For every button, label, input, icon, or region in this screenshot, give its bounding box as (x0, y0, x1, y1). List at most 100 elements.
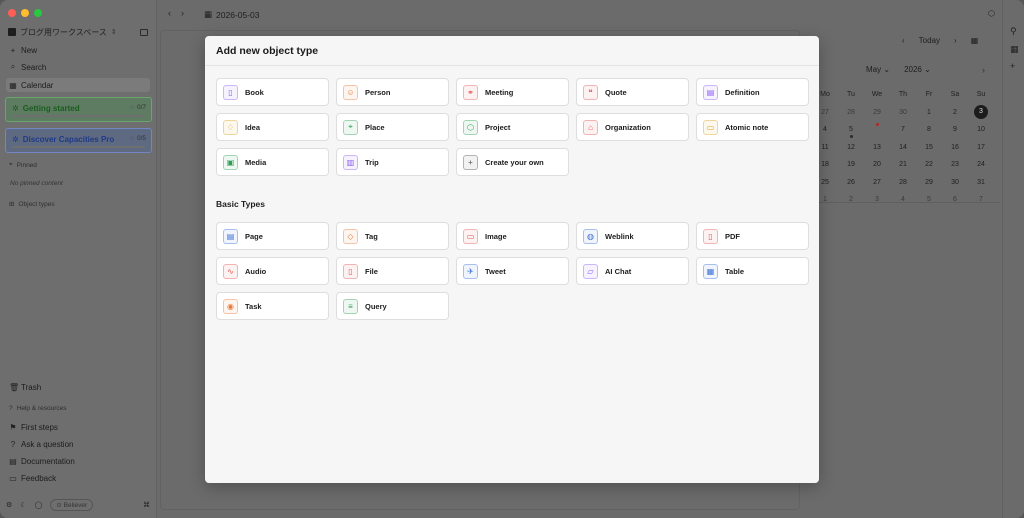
object-type-weblink[interactable]: ◍ Weblink (576, 222, 689, 250)
object-type-task[interactable]: ◉ Task (216, 292, 329, 320)
today-button[interactable]: Today (919, 36, 940, 45)
calendar-day[interactable]: 12 (838, 144, 864, 151)
object-type-ai-chat[interactable]: ▱ AI Chat (576, 257, 689, 285)
calendar-day[interactable]: 22 (916, 161, 942, 168)
discover-pro-card[interactable]: ✲ Discover Capacities Pro ◌ 0/5 (5, 128, 152, 153)
object-type-meeting[interactable]: ⚭ Meeting (456, 78, 569, 106)
toggle-sidebar-icon[interactable] (140, 28, 148, 36)
object-type-person[interactable]: ☺ Person (336, 78, 449, 106)
calendar-day[interactable]: 30 (942, 179, 968, 186)
year-select[interactable]: 2026 ⌄ (904, 65, 931, 74)
calendar-day[interactable]: 3 (968, 105, 994, 120)
object-type-definition[interactable]: ▤ Definition (696, 78, 809, 106)
eye-off-icon[interactable]: ◌ (130, 104, 134, 111)
calendar-day[interactable]: 16 (942, 144, 968, 151)
calendar-day[interactable]: 29 (916, 179, 942, 186)
sidebar-item-documentation[interactable]: ▤ Documentation (6, 454, 150, 468)
year-label: 2026 (904, 65, 922, 74)
calendar-day[interactable]: 21 (890, 161, 916, 168)
settings-icon[interactable]: ⚙ (6, 501, 12, 509)
sidebar-item-feedback[interactable]: ▭ Feedback (6, 471, 150, 485)
object-type-trip[interactable]: ▥ Trip (336, 148, 449, 176)
object-type-tweet[interactable]: ✈ Tweet (456, 257, 569, 285)
object-type-table[interactable]: ▦ Table (696, 257, 809, 285)
pinned-header[interactable]: ⌖ Pinned (9, 161, 37, 169)
object-type-tag[interactable]: ◇ Tag (336, 222, 449, 250)
object-type-audio[interactable]: ∿ Audio (216, 257, 329, 285)
sidebar-item-label: New (21, 45, 38, 55)
dark-mode-icon[interactable]: ☾ (20, 501, 26, 509)
user-icon[interactable]: ◯ (35, 501, 43, 509)
help-header[interactable]: ? Help & resources (9, 405, 66, 412)
calendar-day[interactable]: 8 (916, 126, 942, 133)
sidebar-item-search[interactable]: ⌕ Search (6, 60, 150, 74)
calendar-day[interactable]: 20 (864, 161, 890, 168)
basic-types-heading: Basic Types (216, 199, 265, 209)
object-type-book[interactable]: ▯ Book (216, 78, 329, 106)
calendar-week: 18 19 20 21 22 23 24 (812, 156, 994, 174)
command-icon[interactable]: ⌘ (143, 501, 150, 509)
sidebar-item-calendar[interactable]: ▦ Calendar (6, 78, 150, 92)
object-type-idea[interactable]: ♢ Idea (216, 113, 329, 141)
object-type-file[interactable]: ▯ File (336, 257, 449, 285)
calendar-day[interactable]: 29 (864, 109, 890, 116)
object-type-label: Book (245, 87, 264, 97)
calendar-day[interactable]: 28 (890, 179, 916, 186)
calendar-view-icon[interactable]: ▦ (971, 36, 979, 45)
next-icon[interactable]: › (954, 36, 957, 45)
object-type-pdf[interactable]: ▯ PDF (696, 222, 809, 250)
object-type-organization[interactable]: ⌂ Organization (576, 113, 689, 141)
calendar-day[interactable]: 19 (838, 161, 864, 168)
calendar-day[interactable]: 23 (942, 161, 968, 168)
plus-icon[interactable]: + (1010, 61, 1015, 71)
page-icon: ▤ (223, 228, 238, 244)
link-icon[interactable]: ⚲ (1010, 26, 1017, 37)
calendar-day[interactable]: 17 (968, 144, 994, 151)
calendar-day[interactable]: 13 (864, 144, 890, 151)
object-type-create-your-own[interactable]: + Create your own (456, 148, 569, 176)
close-window-button[interactable] (8, 9, 16, 17)
calendar-week: 1234567 (812, 191, 994, 209)
month-select[interactable]: May ⌄ (866, 65, 890, 74)
sidebar-item-new[interactable]: + New (6, 43, 150, 57)
object-type-media[interactable]: ▣ Media (216, 148, 329, 176)
object-type-image[interactable]: ▭ Image (456, 222, 569, 250)
workspace-switcher[interactable]: ブログ用ワークスペース ⇕ (8, 26, 148, 38)
object-type-query[interactable]: ≡ Query (336, 292, 449, 320)
calendar-day[interactable]: 24 (968, 161, 994, 168)
getting-started-card[interactable]: ✲ Getting started ◌ 0/7 (5, 97, 152, 122)
object-type-quote[interactable]: ❝ Quote (576, 78, 689, 106)
next-month-icon[interactable]: › (982, 65, 985, 75)
back-icon[interactable]: ‹ (168, 8, 171, 18)
eye-off-icon[interactable]: ◌ (130, 135, 134, 142)
sidebar-item-ask[interactable]: ? Ask a question (6, 437, 150, 451)
calendar-day[interactable]: 14 (890, 144, 916, 151)
calendar-day[interactable]: 9 (942, 126, 968, 133)
sidebar-item-trash[interactable]: 🗑 Trash (6, 380, 150, 394)
object-type-project[interactable]: ⬡ Project (456, 113, 569, 141)
calendar-day[interactable]: 5 (838, 126, 864, 139)
sidebar-item-first-steps[interactable]: ⚑ First steps (6, 420, 150, 434)
calendar-icon[interactable]: ▦ (1010, 44, 1019, 55)
calendar-day[interactable]: 28 (838, 109, 864, 116)
object-types-header[interactable]: ⊞ Object types (9, 200, 55, 209)
plan-badge[interactable]: ⊙ Believer (50, 499, 94, 511)
calendar-day[interactable]: 26 (838, 179, 864, 186)
calendar-day[interactable]: 10 (968, 126, 994, 133)
object-type-place[interactable]: ⌖ Place (336, 113, 449, 141)
calendar-day[interactable]: 1 (916, 109, 942, 116)
calendar-day[interactable]: 30 (890, 109, 916, 116)
calendar-day[interactable]: 15 (916, 144, 942, 151)
extensions-icon[interactable]: ⬡ (988, 9, 995, 18)
calendar-day[interactable]: 2 (942, 109, 968, 116)
object-type-page[interactable]: ▤ Page (216, 222, 329, 250)
breadcrumb[interactable]: ▦ 2026-05-03 (204, 9, 260, 20)
forward-icon[interactable]: › (181, 8, 184, 18)
calendar-day[interactable]: 7 (890, 126, 916, 133)
calendar-day[interactable]: 31 (968, 179, 994, 186)
maximize-window-button[interactable] (34, 9, 42, 17)
object-type-atomic-note[interactable]: ▭ Atomic note (696, 113, 809, 141)
minimize-window-button[interactable] (21, 9, 29, 17)
calendar-day[interactable]: 27 (864, 179, 890, 186)
previous-icon[interactable]: ‹ (902, 36, 905, 45)
